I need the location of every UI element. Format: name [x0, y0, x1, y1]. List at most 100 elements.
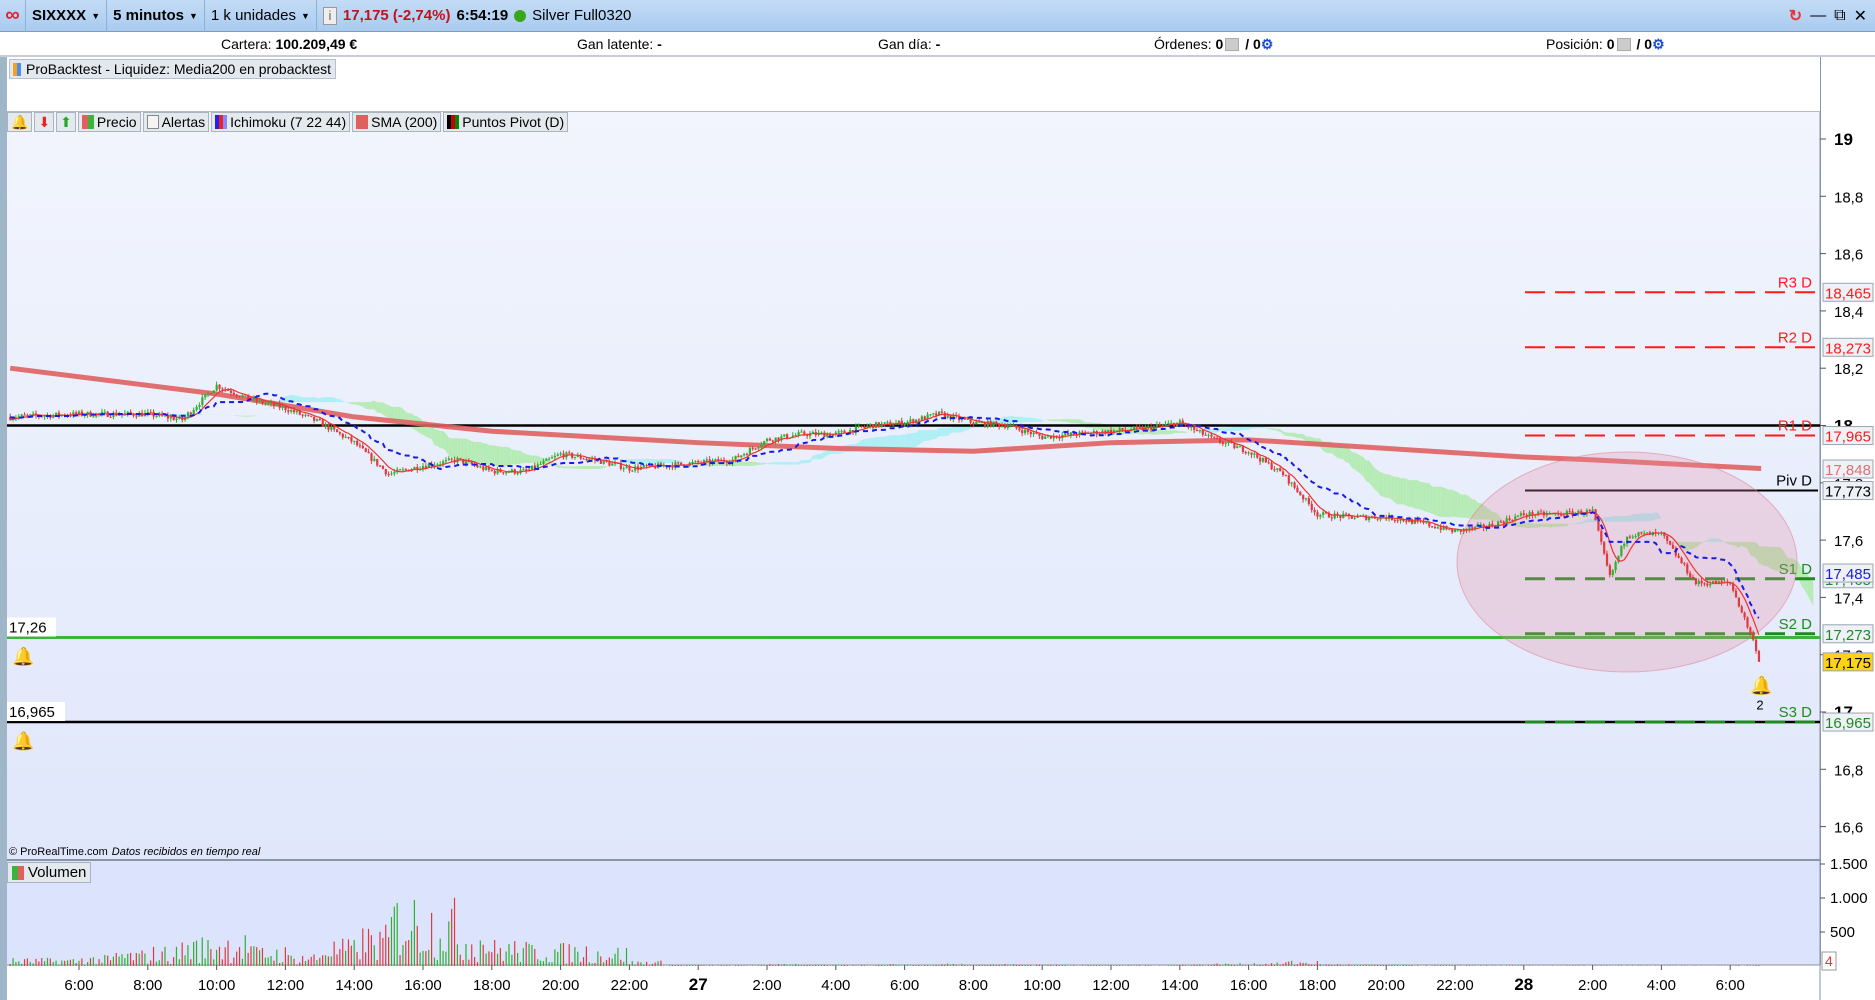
candle — [1267, 462, 1270, 464]
units-selector[interactable]: 1 k unidades ▼ — [205, 0, 317, 32]
candle — [1041, 435, 1044, 439]
ichimoku-cloud-segment — [1420, 481, 1424, 511]
candle — [1623, 543, 1626, 547]
price-chart[interactable]: 17,2616,965R3 DR2 DR1 DPiv DS1 DS2 DS3 D… — [0, 112, 1875, 1000]
candle — [1121, 428, 1124, 431]
ichimoku-cloud-segment — [818, 453, 822, 460]
timeframe-selector[interactable]: 5 minutos ▼ — [107, 0, 205, 32]
ichimoku-cloud-segment — [509, 447, 512, 466]
info-icon[interactable]: i — [322, 6, 337, 25]
candle — [321, 420, 324, 427]
candle — [935, 413, 938, 416]
ichimoku-cloud-segment — [511, 449, 515, 465]
ichimoku-cloud-segment — [666, 458, 670, 464]
legend-ichimoku[interactable]: Ichimoku (7 22 44) — [211, 112, 351, 132]
ichimoku-cloud-segment — [391, 406, 395, 421]
candle — [1264, 458, 1267, 463]
ichimoku-cloud-segment — [1423, 482, 1427, 512]
minimize-icon[interactable]: — — [1810, 7, 1826, 25]
legend-label: Precio — [96, 114, 137, 130]
ichimoku-cloud-segment — [1219, 427, 1223, 432]
ichimoku-cloud-segment — [1432, 486, 1435, 515]
sync-icon[interactable]: ↻ — [1789, 6, 1802, 26]
cancel-orders-icon[interactable] — [1225, 38, 1240, 51]
candle — [1703, 583, 1706, 585]
ichimoku-cloud-segment — [1053, 419, 1057, 422]
candle — [1694, 578, 1697, 585]
volume-panel-bg — [7, 861, 1820, 965]
candle — [697, 460, 700, 463]
alert-bell-button[interactable]: 🔔 — [7, 112, 33, 132]
ichimoku-cloud-segment — [294, 395, 297, 403]
candle — [218, 384, 221, 389]
ichimoku-cloud-segment — [784, 462, 788, 465]
ichimoku-cloud-segment — [302, 397, 306, 403]
candle — [1757, 651, 1761, 662]
candle — [1216, 437, 1219, 439]
symbol-selector[interactable]: SIXXXX ▼ — [26, 0, 108, 32]
time-tick-label: 20:00 — [1367, 977, 1405, 994]
ichimoku-cloud-segment — [875, 436, 879, 448]
legend-precio[interactable]: Precio — [77, 112, 141, 132]
legend-pivot[interactable]: Puntos Pivot (D) — [443, 112, 569, 132]
bell-icon: 🔔 — [12, 731, 34, 751]
candle — [771, 440, 774, 442]
ichimoku-cloud-segment — [385, 404, 389, 419]
candle — [281, 406, 284, 408]
candle — [384, 469, 387, 475]
candle — [1396, 520, 1399, 522]
ichimoku-cloud-segment — [927, 430, 931, 441]
close-position-icon[interactable] — [1616, 38, 1631, 51]
gear-icon[interactable]: ⚙ — [1261, 36, 1274, 52]
gear-icon[interactable]: ⚙ — [1652, 36, 1665, 52]
candle — [204, 394, 207, 398]
ichimoku-cloud-segment — [898, 434, 902, 448]
candle — [376, 458, 379, 466]
ichimoku-cloud-segment — [1050, 419, 1054, 422]
legend-volumen[interactable]: Volumen — [7, 862, 92, 883]
price-tag: 17,965 — [1825, 429, 1871, 446]
candle — [1700, 580, 1703, 584]
sma-swatch-icon — [356, 115, 369, 129]
candle — [1330, 517, 1333, 519]
candle — [493, 470, 496, 474]
candle — [485, 466, 488, 470]
buy-button[interactable]: ⬆ — [56, 112, 76, 132]
posicion-label: Posición: — [1546, 36, 1603, 52]
candle — [55, 412, 58, 416]
candle — [1720, 581, 1723, 583]
candle — [1686, 564, 1689, 574]
sell-button[interactable]: ⬇ — [34, 112, 55, 132]
ichimoku-cloud-segment — [635, 459, 638, 464]
candle — [1393, 520, 1396, 522]
candle — [757, 447, 760, 449]
candle — [1135, 426, 1138, 428]
candle — [1749, 627, 1752, 634]
candle — [258, 400, 261, 402]
candle — [1218, 438, 1222, 443]
candle — [20, 414, 23, 417]
ichimoku-cloud-segment — [921, 430, 925, 443]
candle — [353, 440, 356, 442]
link-icon[interactable]: ∞ — [0, 0, 26, 32]
candle — [109, 416, 112, 418]
candle — [1605, 553, 1609, 566]
ichimoku-cloud-segment — [789, 462, 793, 465]
restore-icon[interactable]: ⧉ — [1834, 7, 1845, 25]
backtest-label[interactable]: ProBacktest - Liquidez: Media200 en prob… — [9, 59, 337, 79]
candle — [338, 432, 342, 434]
candle — [1603, 541, 1606, 554]
ichimoku-cloud-segment — [1030, 417, 1034, 422]
legend-alertas[interactable]: Alertas — [142, 112, 210, 132]
ichimoku-cloud-segment — [514, 449, 518, 465]
time-tick-label: 2:00 — [1578, 977, 1607, 994]
legend-sma[interactable]: SMA (200) — [352, 112, 442, 132]
candle — [344, 436, 347, 438]
candle — [869, 424, 872, 426]
candle — [903, 424, 906, 426]
ichimoku-cloud-segment — [1357, 453, 1361, 474]
ichimoku-cloud-segment — [529, 454, 532, 464]
candle — [1637, 532, 1640, 537]
ordenes-value: 0 — [1215, 36, 1224, 52]
close-icon[interactable]: ✕ — [1854, 6, 1867, 26]
